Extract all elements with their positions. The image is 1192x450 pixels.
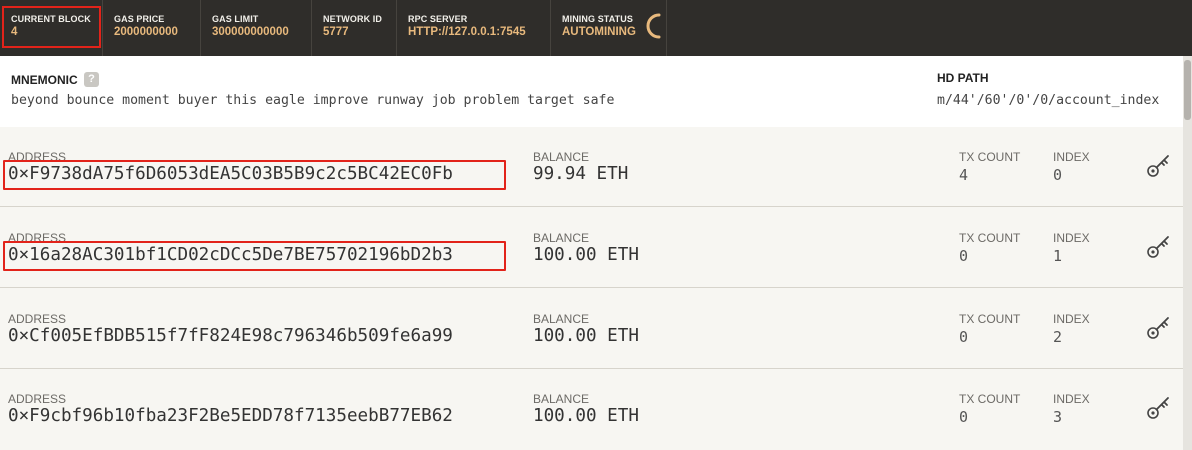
key-icon[interactable] <box>1146 314 1172 340</box>
balance-label: BALANCE <box>533 150 590 164</box>
tx-count-label: TX COUNT <box>959 312 1021 326</box>
index-label: INDEX <box>1053 392 1090 406</box>
index-value: 0 <box>1053 166 1063 184</box>
network-id-stat: NETWORK ID 5777 <box>312 0 397 56</box>
mnemonic-section: MNEMONIC ? beyond bounce moment buyer th… <box>0 56 1192 128</box>
tx-count-value: 0 <box>959 408 969 426</box>
rpc-server-label: RPC SERVER <box>408 14 468 24</box>
address-label: ADDRESS <box>8 392 67 406</box>
status-bar: CURRENT BLOCK 4 GAS PRICE 2000000000 GAS… <box>0 0 1192 56</box>
rpc-server-stat: RPC SERVER HTTP://127.0.0.1:7545 <box>397 0 551 56</box>
key-icon[interactable] <box>1146 233 1172 259</box>
key-icon[interactable] <box>1146 394 1172 420</box>
address-label: ADDRESS <box>8 312 67 326</box>
account-row[interactable]: ADDRESS 0×F9cbf96b10fba23F2Be5EDD78f7135… <box>0 369 1192 450</box>
index-value: 2 <box>1053 328 1063 346</box>
index-label: INDEX <box>1053 150 1090 164</box>
scrollbar-thumb[interactable] <box>1184 60 1191 120</box>
mnemonic-words: beyond bounce moment buyer this eagle im… <box>11 93 615 108</box>
account-address[interactable]: 0×F9cbf96b10fba23F2Be5EDD78f7135eebB77EB… <box>8 406 453 426</box>
gas-price-label: GAS PRICE <box>114 14 165 24</box>
tx-count-label: TX COUNT <box>959 231 1021 245</box>
mnemonic-label: MNEMONIC <box>11 73 78 87</box>
address-highlight <box>3 241 506 271</box>
balance-label: BALANCE <box>533 231 590 245</box>
account-balance: 100.00 ETH <box>533 245 639 265</box>
address-highlight <box>3 160 506 190</box>
mining-status-value: AUTOMINING <box>562 26 636 38</box>
gas-limit-value: 300000000000 <box>212 26 289 38</box>
tx-count-value: 4 <box>959 166 969 184</box>
account-balance: 100.00 ETH <box>533 406 639 426</box>
account-row[interactable]: ADDRESS 0×Cf005EfBDB515f7fF824E98c796346… <box>0 289 1192 369</box>
gas-limit-stat: GAS LIMIT 300000000000 <box>201 0 312 56</box>
account-row[interactable]: ADDRESS 0×16a28AC301bf1CD02cDCc5De7BE757… <box>0 208 1192 288</box>
tx-count-label: TX COUNT <box>959 392 1021 406</box>
key-icon[interactable] <box>1146 152 1172 178</box>
balance-label: BALANCE <box>533 392 590 406</box>
tx-count-label: TX COUNT <box>959 150 1021 164</box>
gas-price-value: 2000000000 <box>114 26 178 38</box>
help-icon[interactable]: ? <box>84 72 99 87</box>
hd-path-label: HD PATH <box>937 71 989 85</box>
network-id-label: NETWORK ID <box>323 14 382 24</box>
account-balance: 100.00 ETH <box>533 326 639 346</box>
gas-limit-label: GAS LIMIT <box>212 14 259 24</box>
rpc-server-value: HTTP://127.0.0.1:7545 <box>408 26 526 38</box>
network-id-value: 5777 <box>323 26 349 38</box>
account-row[interactable]: ADDRESS 0×F9738dA75f6D6053dEA5C03B5B9c2c… <box>0 127 1192 207</box>
index-label: INDEX <box>1053 312 1090 326</box>
index-value: 1 <box>1053 247 1063 265</box>
account-balance: 99.94 ETH <box>533 164 629 184</box>
hd-path-value: m/44'/60'/0'/0/account_index <box>937 93 1160 108</box>
mining-status-label: MINING STATUS <box>562 14 633 24</box>
current-block-highlight <box>2 6 101 48</box>
index-value: 3 <box>1053 408 1063 426</box>
scrollbar[interactable] <box>1183 56 1192 450</box>
gas-price-stat: GAS PRICE 2000000000 <box>103 0 201 56</box>
account-address[interactable]: 0×Cf005EfBDB515f7fF824E98c796346b509fe6a… <box>8 326 453 346</box>
index-label: INDEX <box>1053 231 1090 245</box>
spinner-icon <box>646 13 661 39</box>
tx-count-value: 0 <box>959 328 969 346</box>
balance-label: BALANCE <box>533 312 590 326</box>
tx-count-value: 0 <box>959 247 969 265</box>
